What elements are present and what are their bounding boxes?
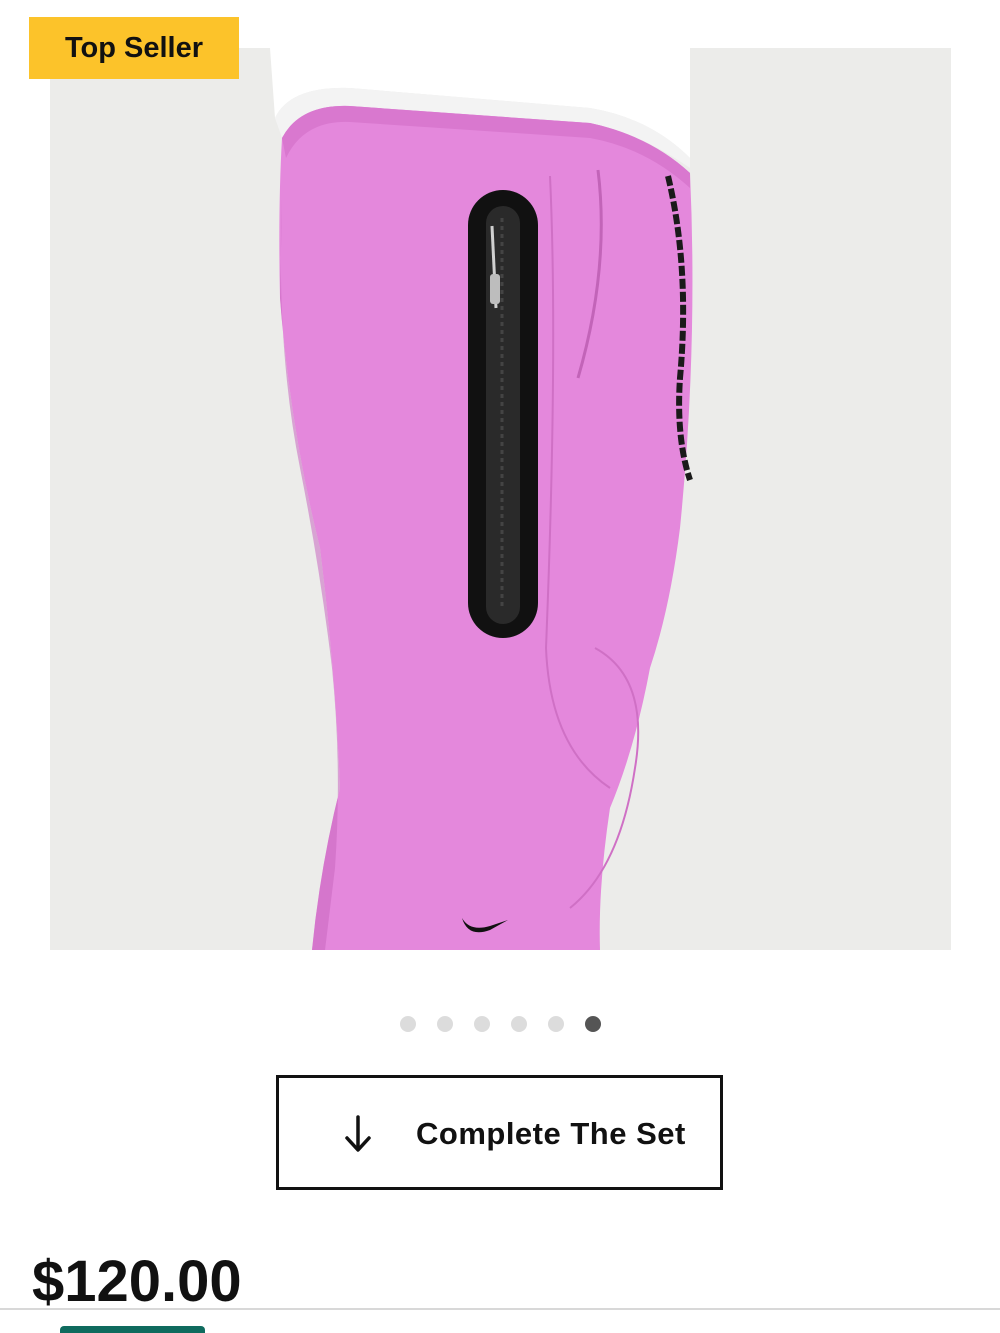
carousel-dot[interactable] bbox=[399, 1016, 416, 1032]
carousel-dot-active[interactable] bbox=[584, 1016, 601, 1032]
arrow-down-icon bbox=[345, 1115, 371, 1152]
carousel-dot[interactable] bbox=[473, 1016, 490, 1032]
divider bbox=[0, 1308, 1000, 1310]
product-photo-svg bbox=[270, 48, 693, 950]
carousel-dot[interactable] bbox=[510, 1016, 527, 1032]
product-price: $120.00 bbox=[32, 1249, 242, 1314]
complete-the-set-button[interactable]: Complete The Set bbox=[276, 1075, 723, 1190]
carousel-dot[interactable] bbox=[547, 1016, 564, 1032]
product-image[interactable] bbox=[50, 48, 951, 950]
complete-the-set-label: Complete The Set bbox=[416, 1116, 686, 1151]
carousel-dot[interactable] bbox=[436, 1016, 453, 1032]
carousel-dots bbox=[0, 1016, 1000, 1032]
tab-indicator bbox=[60, 1326, 205, 1333]
top-seller-badge: Top Seller bbox=[29, 17, 239, 79]
